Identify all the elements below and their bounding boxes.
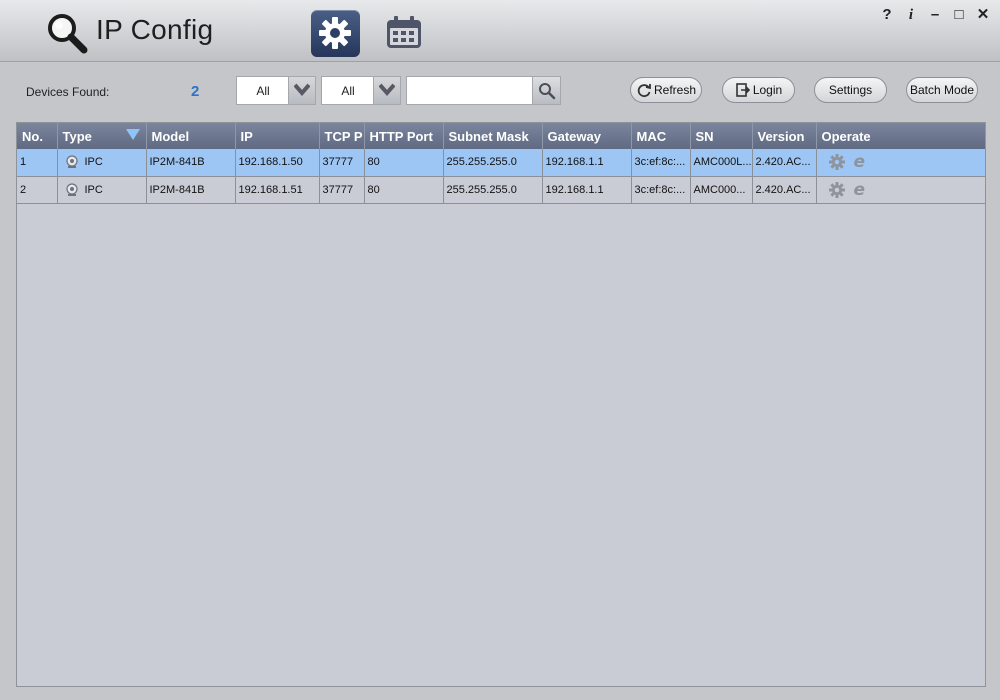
column-header-tcp-port[interactable]: TCP P [319, 123, 365, 149]
cell-http-port: 80 [364, 176, 444, 204]
login-label: Login [752, 83, 783, 97]
cell-sn: AMC000... [690, 176, 753, 204]
search-icon [539, 83, 556, 100]
cell-model: IP2M-841B [146, 176, 236, 204]
login-icon [736, 83, 750, 97]
nav-settings-tab[interactable] [311, 10, 360, 57]
nav-calendar-tab[interactable] [384, 13, 424, 53]
devices-found-count: 2 [191, 83, 200, 100]
table-header-row: No. Type Model IP TCP P HTTP Port Subnet… [17, 123, 986, 149]
gear-icon[interactable] [828, 153, 846, 171]
cell-type: IPC [57, 149, 147, 177]
column-header-model[interactable]: Model [146, 123, 236, 149]
cell-type-label: IPC [84, 183, 103, 196]
ip-filter-select[interactable]: All [321, 76, 401, 105]
search-button[interactable] [532, 76, 561, 105]
type-filter-dropdown-button[interactable] [288, 77, 315, 104]
search-logo-icon [46, 12, 88, 54]
cell-subnet-mask: 255.255.255.0 [443, 149, 543, 177]
cell-subnet-mask: 255.255.255.0 [443, 176, 543, 204]
cell-gateway: 192.168.1.1 [542, 149, 632, 177]
ie-icon[interactable]: e [854, 181, 866, 199]
cell-model: IP2M-841B [146, 149, 236, 177]
cell-type: IPC [57, 176, 147, 204]
filter-triangle-icon[interactable] [125, 129, 140, 141]
column-header-type[interactable]: Type [57, 123, 147, 149]
column-header-subnet-mask[interactable]: Subnet Mask [443, 123, 543, 149]
app-title: IP Config [96, 14, 214, 45]
title-bar: IP Config ? i – □ ✕ [0, 0, 1000, 62]
table-row[interactable]: 2 IPC IP2M-841B 192.168.1.51 37777 80 25… [17, 176, 986, 204]
column-header-sn[interactable]: SN [690, 123, 753, 149]
column-header-http-port[interactable]: HTTP Port [364, 123, 444, 149]
login-button[interactable]: Login [722, 77, 795, 103]
column-header-version[interactable]: Version [752, 123, 817, 149]
cell-tcp-port: 37777 [319, 176, 365, 204]
maximize-button[interactable]: □ [952, 5, 966, 25]
cell-ip: 192.168.1.50 [235, 149, 320, 177]
column-header-ip[interactable]: IP [235, 123, 320, 149]
column-header-gateway[interactable]: Gateway [542, 123, 632, 149]
camera-icon [65, 182, 78, 196]
refresh-label: Refresh [653, 83, 697, 97]
ip-filter-value: All [341, 84, 355, 98]
cell-operate: e [816, 176, 986, 204]
cell-mac: 3c:ef:8c:... [631, 149, 691, 177]
minimize-button[interactable]: – [928, 5, 942, 25]
search-input[interactable] [406, 76, 533, 105]
cell-mac: 3c:ef:8c:... [631, 176, 691, 204]
batch-mode-button[interactable]: Batch Mode [906, 77, 978, 103]
column-header-no[interactable]: No. [17, 123, 58, 149]
cell-no: 2 [17, 176, 58, 204]
type-filter-select[interactable]: All [236, 76, 316, 105]
gear-icon [319, 17, 351, 49]
cell-tcp-port: 37777 [319, 149, 365, 177]
cell-http-port: 80 [364, 149, 444, 177]
ip-filter-dropdown-button[interactable] [373, 77, 400, 104]
column-header-type-label: Type [62, 128, 92, 144]
refresh-icon [637, 84, 651, 98]
settings-label: Settings [828, 83, 873, 97]
batch-mode-label: Batch Mode [909, 83, 975, 97]
column-header-operate[interactable]: Operate [816, 123, 986, 149]
device-table: No. Type Model IP TCP P HTTP Port Subnet… [16, 122, 986, 687]
window-controls: ? i – □ ✕ [880, 5, 990, 25]
devices-found-label: Devices Found: [26, 85, 110, 99]
ie-icon[interactable]: e [854, 153, 866, 171]
refresh-button[interactable]: Refresh [630, 77, 702, 103]
gear-icon[interactable] [828, 181, 846, 199]
settings-button[interactable]: Settings [814, 77, 887, 103]
cell-version: 2.420.AC... [752, 149, 817, 177]
cell-ip: 192.168.1.51 [235, 176, 320, 204]
cell-operate: e [816, 149, 986, 177]
column-header-mac[interactable]: MAC [631, 123, 691, 149]
calendar-icon [387, 16, 421, 48]
type-filter-value: All [256, 84, 270, 98]
table-row[interactable]: 1 IPC IP2M-841B 192.168.1.50 37777 80 25… [17, 149, 986, 177]
help-button[interactable]: ? [880, 5, 894, 25]
cell-gateway: 192.168.1.1 [542, 176, 632, 204]
chevron-down-icon [294, 83, 310, 97]
chevron-down-icon [379, 83, 395, 97]
close-button[interactable]: ✕ [976, 5, 990, 25]
info-button[interactable]: i [904, 5, 918, 25]
cell-no: 1 [17, 149, 58, 177]
camera-icon [65, 155, 78, 169]
cell-version: 2.420.AC... [752, 176, 817, 204]
cell-sn: AMC000L... [690, 149, 753, 177]
cell-type-label: IPC [84, 156, 103, 169]
